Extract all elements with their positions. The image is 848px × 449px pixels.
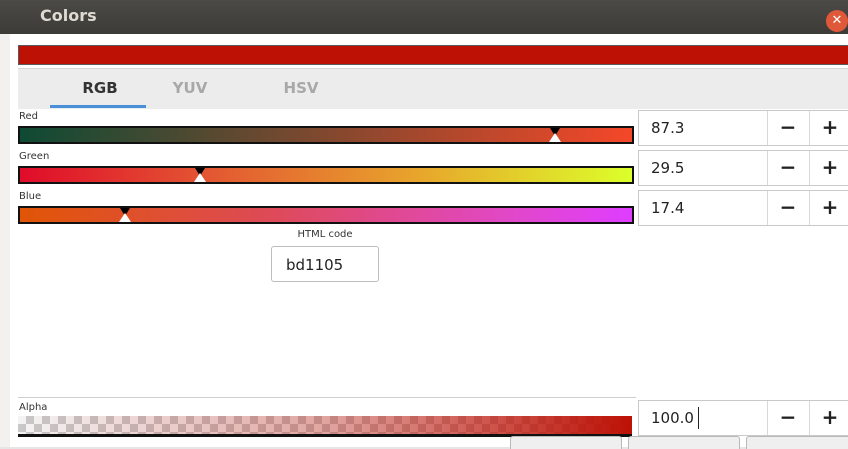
red-slider[interactable] (18, 126, 634, 144)
alpha-decrement-button[interactable]: − (767, 401, 808, 435)
green-decrement-button[interactable]: − (767, 151, 808, 185)
red-spinbox: 87.3 − + (638, 110, 848, 146)
dialog-button[interactable] (510, 436, 622, 449)
html-code-label: HTML code (297, 229, 353, 240)
green-slider-marker-bottom (194, 173, 206, 182)
red-slider-marker-bottom (549, 133, 561, 142)
divider (18, 397, 636, 398)
red-label: Red (19, 111, 38, 122)
tab-yuv[interactable]: YUV (165, 79, 215, 97)
title-bar: Colors ✕ (0, 0, 848, 34)
red-decrement-button[interactable]: − (767, 111, 808, 145)
alpha-slider[interactable] (18, 416, 632, 437)
html-code-field[interactable]: bd1105 (271, 246, 379, 282)
blue-decrement-button[interactable]: − (767, 191, 808, 225)
text-cursor (698, 407, 699, 429)
tab-bar: RGB YUV HSV (18, 68, 848, 109)
green-spinbox: 29.5 − + (638, 150, 848, 186)
color-preview (18, 45, 848, 65)
blue-value[interactable]: 17.4 (651, 199, 684, 217)
red-increment-button[interactable]: + (809, 111, 848, 145)
red-value[interactable]: 87.3 (651, 119, 684, 137)
tab-hsv[interactable]: HSV (276, 79, 326, 97)
window-title: Colors (40, 6, 97, 25)
blue-label: Blue (19, 191, 42, 202)
close-icon[interactable]: ✕ (826, 10, 848, 32)
alpha-label: Alpha (19, 402, 48, 413)
html-code-value: bd1105 (286, 256, 344, 274)
blue-increment-button[interactable]: + (809, 191, 848, 225)
alpha-spinbox: 100.0 − + (638, 400, 848, 436)
green-label: Green (19, 151, 50, 162)
dialog-button[interactable] (746, 436, 848, 449)
blue-slider-marker-bottom (119, 213, 131, 222)
green-slider[interactable] (18, 166, 634, 184)
active-tab-indicator (50, 105, 146, 108)
alpha-increment-button[interactable]: + (809, 401, 848, 435)
alpha-value[interactable]: 100.0 (651, 409, 694, 427)
blue-spinbox: 17.4 − + (638, 190, 848, 226)
dialog-button[interactable] (628, 436, 740, 449)
tab-rgb[interactable]: RGB (78, 79, 122, 97)
green-increment-button[interactable]: + (809, 151, 848, 185)
green-value[interactable]: 29.5 (651, 159, 684, 177)
blue-slider[interactable] (18, 206, 634, 224)
